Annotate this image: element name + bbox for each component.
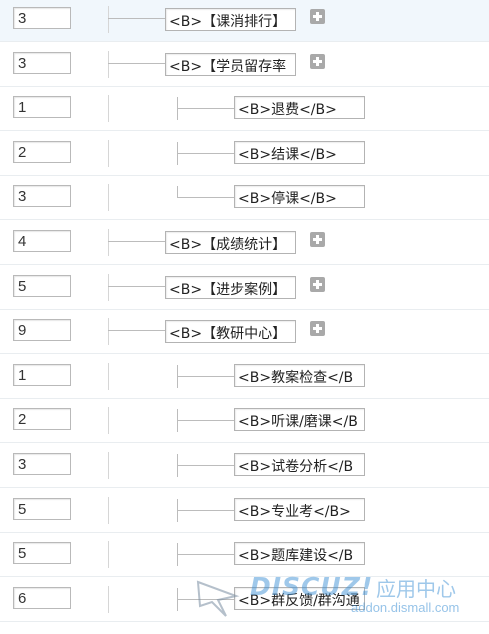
bird-logo-icon	[196, 580, 240, 617]
category-name-input[interactable]	[165, 8, 296, 31]
watermark-logo: DISCUZ!	[250, 572, 374, 601]
tree-connector	[177, 153, 234, 154]
display-order-input[interactable]	[13, 230, 71, 252]
table-row	[0, 444, 489, 488]
column-divider	[108, 95, 109, 122]
column-divider	[108, 541, 109, 568]
column-divider	[108, 452, 109, 479]
add-child-icon[interactable]	[310, 277, 325, 292]
column-divider	[108, 586, 109, 613]
table-row	[0, 221, 489, 265]
column-divider	[108, 407, 109, 434]
display-order-input[interactable]	[13, 141, 71, 163]
tree-connector	[108, 330, 165, 331]
watermark-url: addon.dismall.com	[351, 600, 460, 615]
table-row	[0, 132, 489, 176]
table-row	[0, 310, 489, 354]
tree-connector	[108, 18, 165, 19]
column-divider	[108, 497, 109, 524]
category-name-input[interactable]	[234, 453, 365, 476]
category-name-input[interactable]	[165, 276, 296, 299]
table-row	[0, 355, 489, 399]
display-order-input[interactable]	[13, 542, 71, 564]
category-name-input[interactable]	[165, 231, 296, 254]
display-order-input[interactable]	[13, 7, 71, 29]
category-name-input[interactable]	[165, 320, 296, 343]
tree-connector	[177, 108, 234, 109]
category-name-input[interactable]	[234, 141, 365, 164]
table-row	[0, 43, 489, 87]
display-order-input[interactable]	[13, 498, 71, 520]
tree-connector	[108, 63, 165, 64]
column-divider	[108, 6, 109, 33]
display-order-input[interactable]	[13, 587, 71, 609]
display-order-input[interactable]	[13, 453, 71, 475]
tree-connector	[108, 241, 165, 242]
add-child-icon[interactable]	[310, 321, 325, 336]
watermark-title: 应用中心	[376, 577, 456, 601]
category-name-input[interactable]	[234, 364, 365, 387]
tree-connector	[177, 510, 234, 511]
column-divider	[108, 274, 109, 301]
add-child-icon[interactable]	[310, 54, 325, 69]
column-divider	[108, 51, 109, 78]
category-name-input[interactable]	[234, 408, 365, 431]
column-divider	[108, 140, 109, 167]
display-order-input[interactable]	[13, 96, 71, 118]
table-row	[0, 87, 489, 131]
table-row	[0, 399, 489, 443]
table-row	[0, 0, 489, 42]
category-name-input[interactable]	[234, 542, 365, 565]
tree-connector	[108, 286, 165, 287]
display-order-input[interactable]	[13, 52, 71, 74]
add-child-icon[interactable]	[310, 9, 325, 24]
display-order-input[interactable]	[13, 185, 71, 207]
display-order-input[interactable]	[13, 364, 71, 386]
tree-connector	[177, 186, 178, 197]
display-order-input[interactable]	[13, 275, 71, 297]
tree-connector	[177, 465, 234, 466]
tree-connector	[177, 420, 234, 421]
add-child-icon[interactable]	[310, 232, 325, 247]
table-row	[0, 176, 489, 220]
tree-connector	[177, 197, 234, 198]
tree-connector	[177, 554, 234, 555]
watermark: DISCUZ! 应用中心 addon.dismall.com	[196, 566, 486, 626]
column-divider	[108, 318, 109, 345]
column-divider	[108, 363, 109, 390]
table-row	[0, 489, 489, 533]
display-order-input[interactable]	[13, 408, 71, 430]
column-divider	[108, 229, 109, 256]
column-divider	[108, 184, 109, 211]
table-row	[0, 266, 489, 310]
display-order-input[interactable]	[13, 319, 71, 341]
category-name-input[interactable]	[234, 185, 365, 208]
category-name-input[interactable]	[234, 96, 365, 119]
category-name-input[interactable]	[165, 53, 296, 76]
category-name-input[interactable]	[234, 498, 365, 521]
tree-connector	[177, 376, 234, 377]
